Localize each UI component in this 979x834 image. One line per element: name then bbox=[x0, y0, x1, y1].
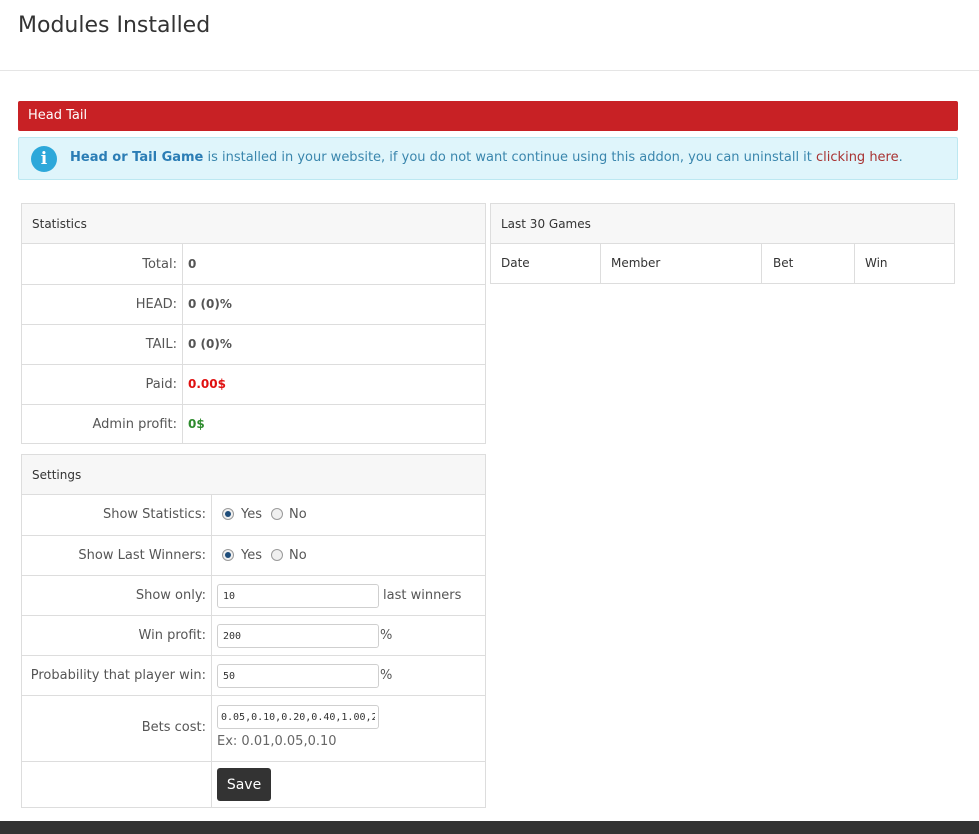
setting-row-show-only: Show only: last winners bbox=[22, 575, 485, 615]
info-icon: i bbox=[31, 146, 57, 172]
last-games-panel: Last 30 Games Date Member Bet Win bbox=[490, 203, 955, 284]
stat-label: Paid: bbox=[145, 377, 177, 392]
setting-row-save: Save bbox=[22, 761, 485, 808]
stat-value-tail: 0 (0)% bbox=[188, 337, 232, 351]
stat-row-tail: TAIL: 0 (0)% bbox=[22, 324, 485, 364]
show-statistics-no-radio[interactable] bbox=[271, 508, 283, 520]
radio-label-no: No bbox=[289, 507, 307, 522]
setting-label: Probability that player win: bbox=[30, 668, 206, 683]
alert-body: is installed in your website, if you do … bbox=[203, 150, 817, 165]
module-title: Head Tail bbox=[28, 108, 88, 123]
setting-row-show-statistics: Show Statistics: Yes No bbox=[22, 495, 485, 535]
stat-label: Admin profit: bbox=[92, 417, 178, 432]
statistics-panel: Statistics Total: 0 HEAD: 0 (0)% TAIL: 0… bbox=[21, 203, 486, 444]
module-title-bar: Head Tail bbox=[18, 101, 958, 131]
alert-end: . bbox=[898, 150, 903, 165]
stat-label: Total: bbox=[142, 257, 177, 272]
column-header-date: Date bbox=[501, 256, 530, 270]
stat-value-head: 0 (0)% bbox=[188, 297, 232, 311]
statistics-heading: Statistics bbox=[22, 204, 485, 244]
radio-label-no: No bbox=[289, 548, 307, 563]
setting-row-probability: Probability that player win: % bbox=[22, 655, 485, 695]
page-title: Modules Installed bbox=[18, 13, 211, 38]
stat-value-admin-profit: 0$ bbox=[188, 417, 205, 431]
setting-label: Bets cost: bbox=[141, 720, 206, 735]
setting-label: Show only: bbox=[135, 588, 206, 603]
column-header-bet: Bet bbox=[773, 256, 794, 270]
last-games-table-header: Date Member Bet Win bbox=[491, 244, 954, 283]
column-divider bbox=[761, 244, 762, 283]
page-header: Modules Installed bbox=[0, 0, 979, 71]
radio-label-yes: Yes bbox=[241, 507, 262, 522]
column-divider bbox=[854, 244, 855, 283]
radio-label-yes: Yes bbox=[241, 548, 262, 563]
show-statistics-yes-radio[interactable] bbox=[222, 508, 234, 520]
probability-suffix: % bbox=[380, 668, 393, 683]
win-profit-suffix: % bbox=[380, 628, 393, 643]
show-only-suffix: last winners bbox=[383, 588, 462, 603]
stat-label: HEAD: bbox=[135, 297, 177, 312]
uninstall-link[interactable]: clicking here bbox=[816, 150, 899, 165]
show-last-winners-no-radio[interactable] bbox=[271, 549, 283, 561]
stat-row-total: Total: 0 bbox=[22, 244, 485, 284]
show-only-input[interactable] bbox=[217, 584, 379, 608]
stat-label: TAIL: bbox=[145, 337, 177, 352]
setting-row-show-last-winners: Show Last Winners: Yes No bbox=[22, 535, 485, 575]
stat-row-head: HEAD: 0 (0)% bbox=[22, 284, 485, 324]
column-divider bbox=[600, 244, 601, 283]
bets-cost-input[interactable] bbox=[217, 705, 379, 729]
footer-bar bbox=[0, 821, 979, 834]
win-profit-input[interactable] bbox=[217, 624, 379, 648]
setting-label: Win profit: bbox=[138, 628, 206, 643]
info-alert: i Head or Tail Game is installed in your… bbox=[18, 137, 958, 180]
stat-value-paid: 0.00$ bbox=[188, 377, 226, 391]
stat-row-admin-profit: Admin profit: 0$ bbox=[22, 404, 485, 444]
stat-value-total: 0 bbox=[188, 257, 197, 271]
column-header-win: Win bbox=[865, 256, 888, 270]
save-button[interactable]: Save bbox=[217, 768, 271, 801]
setting-row-bets-cost: Bets cost: Ex: 0.01,0.05,0.10 bbox=[22, 695, 485, 761]
setting-label: Show Last Winners: bbox=[78, 548, 206, 563]
last-games-heading: Last 30 Games bbox=[491, 204, 954, 244]
column-header-member: Member bbox=[611, 256, 661, 270]
show-last-winners-yes-radio[interactable] bbox=[222, 549, 234, 561]
stat-row-paid: Paid: 0.00$ bbox=[22, 364, 485, 404]
setting-row-win-profit: Win profit: % bbox=[22, 615, 485, 655]
bets-cost-hint: Ex: 0.01,0.05,0.10 bbox=[217, 734, 337, 749]
settings-heading: Settings bbox=[22, 455, 485, 495]
settings-panel: Settings Show Statistics: Yes No Show La… bbox=[21, 454, 486, 808]
setting-label: Show Statistics: bbox=[102, 507, 206, 522]
alert-module-name: Head or Tail Game bbox=[70, 150, 204, 165]
alert-message: Head or Tail Game is installed in your w… bbox=[70, 150, 903, 165]
probability-input[interactable] bbox=[217, 664, 379, 688]
